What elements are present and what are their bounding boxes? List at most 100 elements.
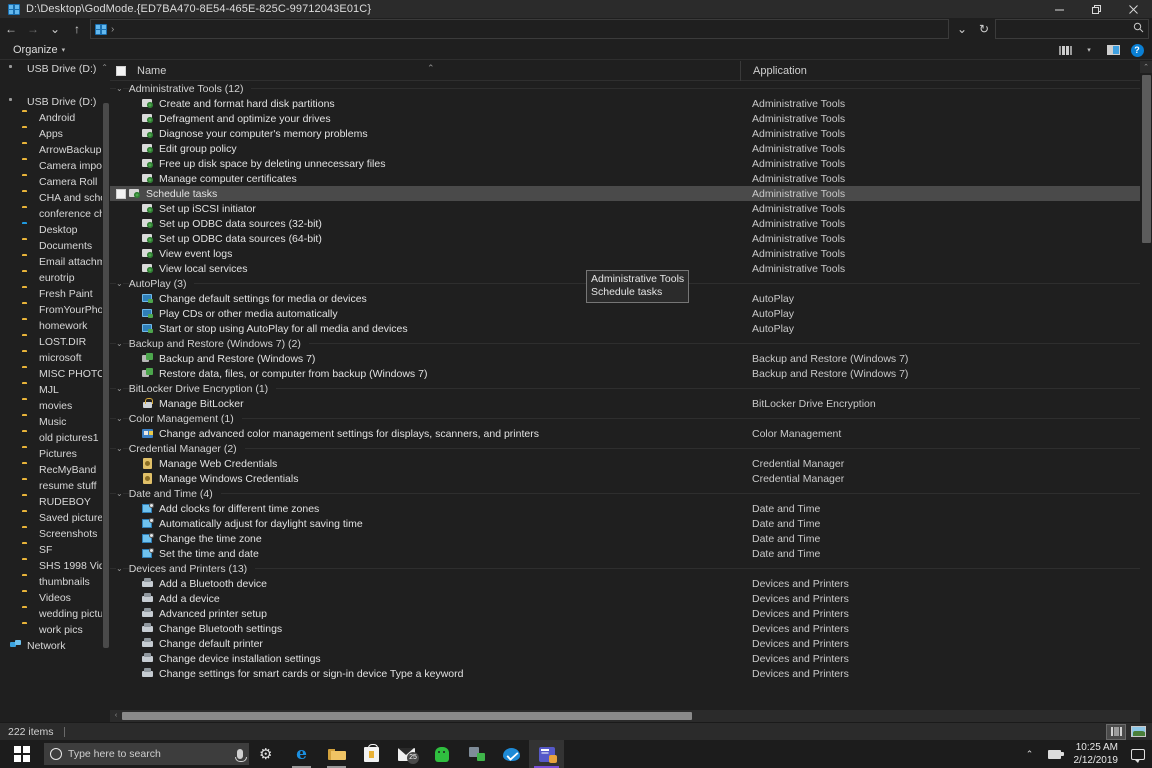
select-all-checkbox[interactable]	[116, 66, 126, 76]
table-row[interactable]: Manage Web CredentialsCredential Manager	[110, 456, 1152, 471]
chevron-down-icon[interactable]: ⌄	[116, 414, 123, 423]
row-name-cell[interactable]: Set up ODBC data sources (32-bit)	[110, 218, 740, 230]
row-name-cell[interactable]: Add clocks for different time zones	[110, 503, 740, 515]
row-name-cell[interactable]: Diagnose your computer's memory problems	[110, 128, 740, 140]
sidebar-item-microsoft[interactable]: microsoft	[0, 350, 110, 366]
chevron-down-icon[interactable]: ⌄	[116, 339, 123, 348]
row-name-cell[interactable]: Automatically adjust for daylight saving…	[110, 518, 740, 530]
table-row[interactable]: Diagnose your computer's memory problems…	[110, 126, 1152, 141]
chevron-down-icon[interactable]: ⌄	[116, 384, 123, 393]
sidebar-item-screenshots[interactable]: Screenshots	[0, 526, 110, 542]
change-view-button[interactable]	[1054, 41, 1076, 59]
row-name-cell[interactable]: Change device installation settings	[110, 653, 740, 665]
chevron-down-icon[interactable]: ⌄	[116, 489, 123, 498]
minimize-button[interactable]	[1041, 0, 1078, 18]
table-row[interactable]: Edit group policyAdministrative Tools	[110, 141, 1152, 156]
row-name-cell[interactable]: Manage computer certificates	[110, 173, 740, 185]
group-header[interactable]: ⌄Backup and Restore (Windows 7) (2)	[110, 336, 1152, 351]
sidebar-item-usb-drive-d[interactable]: USB Drive (D:)	[0, 94, 110, 110]
row-name-cell[interactable]: Change settings for smart cards or sign-…	[110, 668, 740, 680]
row-name-cell[interactable]: Edit group policy	[110, 143, 740, 155]
horizontal-scroll-thumb[interactable]	[122, 712, 692, 720]
row-name-cell[interactable]: Set the time and date	[110, 548, 740, 560]
group-header[interactable]: ⌄BitLocker Drive Encryption (1)	[110, 381, 1152, 396]
breadcrumb-separator[interactable]: ›	[111, 24, 114, 35]
table-row[interactable]: Schedule tasksAdministrative Tools	[110, 186, 1152, 201]
chevron-down-icon[interactable]: ⌄	[116, 84, 123, 93]
row-checkbox[interactable]	[116, 189, 126, 199]
row-name-cell[interactable]: Change advanced color management setting…	[110, 428, 740, 440]
sidebar-item-camera-imports[interactable]: Camera imports	[0, 158, 110, 174]
sidebar-item-lost-dir[interactable]: LOST.DIR	[0, 334, 110, 350]
vertical-scrollbar[interactable]: ⌃	[1140, 61, 1152, 710]
sidebar-item-eurotrip[interactable]: eurotrip	[0, 270, 110, 286]
sidebar-item-conference-chec[interactable]: conference chec	[0, 206, 110, 222]
group-header[interactable]: ⌄Color Management (1)	[110, 411, 1152, 426]
table-row[interactable]: Create and format hard disk partitionsAd…	[110, 96, 1152, 111]
sidebar-item-network[interactable]: Network	[0, 638, 110, 654]
teams-icon[interactable]	[529, 740, 564, 768]
sidebar-item-email-attachmen[interactable]: Email attachmen	[0, 254, 110, 270]
navigation-pane-scroll-thumb[interactable]	[103, 103, 109, 648]
address-bar[interactable]: ›	[90, 19, 949, 39]
chevron-down-icon[interactable]: ⌄	[116, 444, 123, 453]
table-row[interactable]: Change settings for smart cards or sign-…	[110, 666, 1152, 681]
up-button[interactable]: ↑	[66, 18, 88, 40]
row-name-cell[interactable]: Start or stop using AutoPlay for all med…	[110, 323, 740, 335]
table-row[interactable]: Manage computer certificatesAdministrati…	[110, 171, 1152, 186]
microphone-icon[interactable]	[237, 749, 243, 759]
sidebar-item-apps[interactable]: Apps	[0, 126, 110, 142]
table-row[interactable]: Change the time zoneDate and Time	[110, 531, 1152, 546]
table-row[interactable]: View event logsAdministrative Tools	[110, 246, 1152, 261]
table-row[interactable]: Defragment and optimize your drivesAdmin…	[110, 111, 1152, 126]
search-box[interactable]	[995, 19, 1149, 39]
group-header[interactable]: ⌄Administrative Tools (12)	[110, 81, 1152, 96]
row-name-cell[interactable]: Restore data, files, or computer from ba…	[110, 368, 740, 380]
table-row[interactable]: Set up ODBC data sources (32-bit)Adminis…	[110, 216, 1152, 231]
table-row[interactable]: Change advanced color management setting…	[110, 426, 1152, 441]
table-row[interactable]: Add a deviceDevices and Printers	[110, 591, 1152, 606]
mail-icon[interactable]: 25	[389, 740, 424, 768]
row-name-cell[interactable]: Schedule tasks	[110, 188, 740, 200]
sidebar-item-wedding-pictures[interactable]: wedding pictures	[0, 606, 110, 622]
scroll-left-arrow[interactable]: ‹	[110, 710, 122, 722]
sidebar-item-rudeboy[interactable]: RUDEBOY	[0, 494, 110, 510]
table-row[interactable]: Add clocks for different time zonesDate …	[110, 501, 1152, 516]
sidebar-item-misc-photos[interactable]: MISC PHOTOS	[0, 366, 110, 382]
vertical-scroll-thumb[interactable]	[1142, 75, 1151, 243]
navigation-pane-scrollbar[interactable]	[102, 61, 110, 722]
table-row[interactable]: Change default printerDevices and Printe…	[110, 636, 1152, 651]
table-row[interactable]: Automatically adjust for daylight saving…	[110, 516, 1152, 531]
row-name-cell[interactable]: Manage Web Credentials	[110, 458, 740, 470]
edge-browser-icon[interactable]: e	[284, 740, 319, 768]
chevron-down-icon[interactable]: ⌄	[116, 279, 123, 288]
scroll-up-arrow[interactable]: ⌃	[1140, 61, 1152, 73]
navigation-pane-scroll-up-arrow[interactable]: ⌃	[101, 63, 108, 72]
column-header-application[interactable]: Application	[740, 61, 1100, 81]
table-row[interactable]: Change device installation settingsDevic…	[110, 651, 1152, 666]
sync-app-icon[interactable]	[459, 740, 494, 768]
row-name-cell[interactable]: Manage Windows Credentials	[110, 473, 740, 485]
sidebar-item-fromyourphone[interactable]: FromYourPhone	[0, 302, 110, 318]
organize-button[interactable]: Organize ▾	[9, 42, 69, 58]
row-name-cell[interactable]: Defragment and optimize your drives	[110, 113, 740, 125]
row-name-cell[interactable]: Add a device	[110, 593, 740, 605]
sidebar-item-arrowbackup[interactable]: ArrowBackup	[0, 142, 110, 158]
table-row[interactable]: Change Bluetooth settingsDevices and Pri…	[110, 621, 1152, 636]
table-row[interactable]: Free up disk space by deleting unnecessa…	[110, 156, 1152, 171]
sidebar-item-usb-drive-d[interactable]: USB Drive (D:)	[0, 61, 110, 77]
row-name-cell[interactable]: Set up iSCSI initiator	[110, 203, 740, 215]
taskbar-clock[interactable]: 10:25 AM 2/12/2019	[1068, 741, 1125, 767]
sidebar-item-cha-and-school[interactable]: CHA and school	[0, 190, 110, 206]
forward-button[interactable]: →	[22, 18, 44, 40]
sidebar-item-desktop[interactable]: Desktop	[0, 222, 110, 238]
sidebar-item-old-pictures1[interactable]: old pictures1	[0, 430, 110, 446]
restore-button[interactable]	[1078, 0, 1115, 18]
column-header-name[interactable]: Name ⌃	[110, 61, 740, 81]
start-button[interactable]	[0, 740, 44, 768]
address-history-button[interactable]: ⌄	[951, 18, 973, 40]
row-name-cell[interactable]: Advanced printer setup	[110, 608, 740, 620]
row-name-cell[interactable]: Free up disk space by deleting unnecessa…	[110, 158, 740, 170]
sidebar-item-documents[interactable]: Documents	[0, 238, 110, 254]
chevron-down-icon[interactable]: ⌄	[116, 564, 123, 573]
